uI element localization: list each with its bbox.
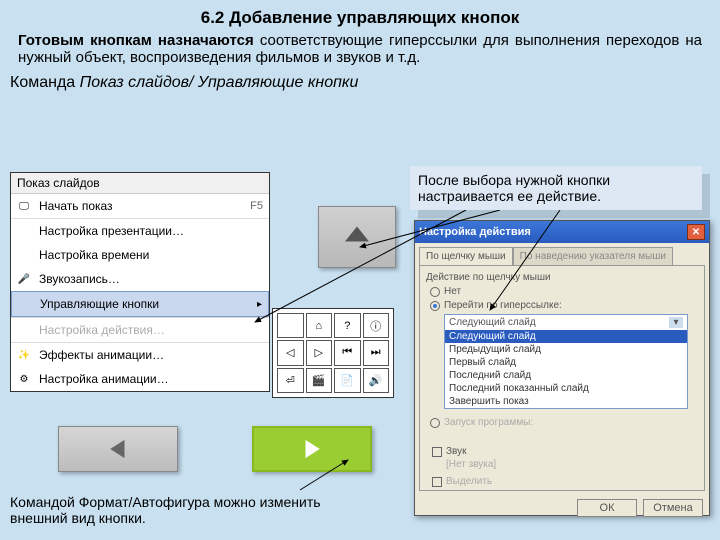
dialog-body: Действие по щелчку мыши Нет Перейти по г… [419,265,705,491]
action-buttons-palette: ⌂ ? ⓘ ◁ ▷ ⏮ ⏭ ⏎ 🎬 📄 🔊 [272,308,394,398]
action-button-forward[interactable]: ▷ [306,340,333,365]
action-button-custom[interactable] [277,313,304,338]
arrow-left-icon [105,436,131,462]
sticky-note: После выбора нужной кнопки настраивается… [410,166,702,210]
action-settings-dialog: Настройка действия ✕ По щелчку мыши По н… [414,220,710,516]
hyperlink-combo[interactable]: Следующий слайд ▾ Следующий слайд Предыд… [444,314,688,409]
sparkle-icon: ✨ [15,347,33,363]
action-button-return[interactable]: ⏎ [277,368,304,393]
action-button-first[interactable]: ⏮ [334,340,361,365]
ok-button[interactable]: ОК [577,499,637,517]
action-button-home[interactable]: ⌂ [306,313,333,338]
intro-lead: Готовым кнопкам назначаются [18,32,260,49]
menu-item-action-buttons[interactable]: Управляющие кнопки ▸ [11,291,269,317]
menu-item-setup-timing[interactable]: Настройка времени [11,243,269,267]
radio-icon [430,301,440,311]
dialog-tabs: По щелчку мыши По наведению указателя мы… [415,243,709,265]
arrow-right-icon [299,436,325,462]
shortcut-label: F5 [250,200,263,212]
action-button-info[interactable]: ⓘ [363,313,390,338]
combo-option[interactable]: Предыдущий слайд [445,343,687,356]
combo-option[interactable]: Следующий слайд [445,330,687,343]
cancel-button[interactable]: Отмена [643,499,703,517]
combo-option[interactable]: Завершить показ [445,395,687,408]
monitor-icon: 🖵 [15,198,33,214]
checkbox-icon [432,447,442,457]
chevron-down-icon: ▾ [669,317,683,328]
section-label: Действие по щелчку мыши [426,272,698,283]
action-button-help[interactable]: ? [334,313,361,338]
tab-on-click[interactable]: По щелчку мыши [419,247,513,265]
checkbox-highlight: Выделить [432,476,698,487]
gear-icon: ⚙ [15,371,33,387]
chevron-right-icon: ▸ [257,299,262,310]
radio-run-program: Запуск программы: [430,417,698,428]
menu-item-animation-setup[interactable]: ⚙ Настройка анимации… [11,367,269,391]
action-button-movie[interactable]: 🎬 [306,368,333,393]
action-button-back[interactable]: ◁ [277,340,304,365]
bottom-caption: Командой Формат/Автофигура можно изменит… [10,494,350,526]
mic-icon: 🎤 [15,271,33,287]
sample-nav-button-forward[interactable] [252,426,372,472]
dialog-footer: ОК Отмена [415,495,709,521]
combo-option[interactable]: Последний показанный слайд [445,382,687,395]
radio-icon [430,418,440,428]
combo-option[interactable]: Последний слайд [445,369,687,382]
sample-nav-button-back[interactable] [58,426,178,472]
intro-paragraph: Готовым кнопкам назначаются соответствую… [0,28,720,68]
combo-dropdown-list: Следующий слайд Предыдущий слайд Первый … [445,330,687,408]
action-button-last[interactable]: ⏭ [363,340,390,365]
checkbox-icon [432,477,442,487]
menu-title: Показ слайдов [11,173,269,194]
section-heading: 6.2 Добавление управляющих кнопок [0,0,720,28]
menu-item-animation-effects[interactable]: ✨ Эффекты анимации… [11,342,269,367]
menu-item-start-show[interactable]: 🖵 Начать показ F5 [11,194,269,218]
combo-option[interactable]: Первый слайд [445,356,687,369]
dialog-titlebar: Настройка действия ✕ [415,221,709,243]
close-icon[interactable]: ✕ [687,224,705,240]
action-button-sound[interactable]: 🔊 [363,368,390,393]
arrow-up-icon [342,222,372,252]
action-button-document[interactable]: 📄 [334,368,361,393]
sound-value: [Нет звука] [446,459,698,470]
command-path: Команда Показ слайдов/ Управляющие кнопк… [0,68,720,96]
menu-item-record-sound[interactable]: 🎤 Звукозапись… [11,267,269,291]
slideshow-menu: Показ слайдов 🖵 Начать показ F5 Настройк… [10,172,270,392]
radio-hyperlink[interactable]: Перейти по гиперссылке: [430,300,698,311]
radio-none[interactable]: Нет [430,286,698,297]
sample-nav-button-up[interactable] [318,206,396,268]
tab-on-hover[interactable]: По наведению указателя мыши [513,247,673,265]
radio-icon [430,287,440,297]
menu-item-setup-presentation[interactable]: Настройка презентации… [11,218,269,243]
checkbox-sound[interactable]: Звук [432,446,698,457]
menu-item-action-settings: Настройка действия… [11,317,269,342]
